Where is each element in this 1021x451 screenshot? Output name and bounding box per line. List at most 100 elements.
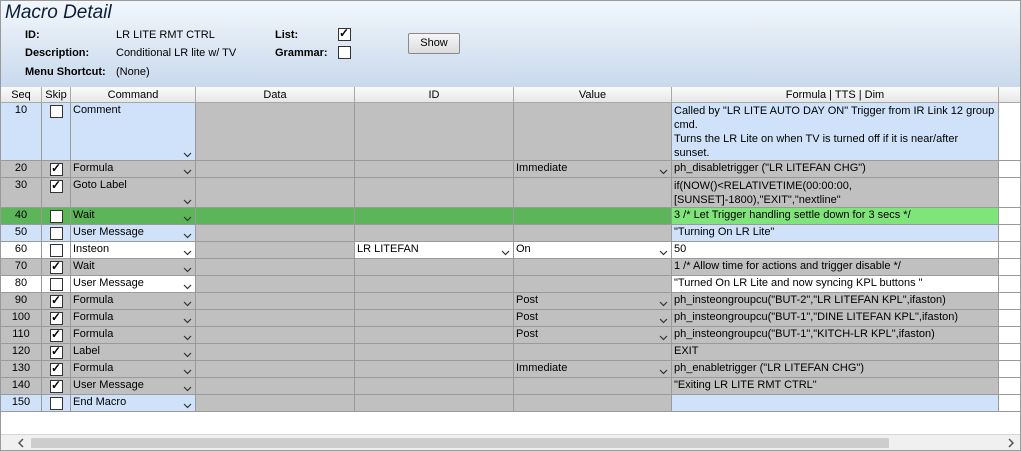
skip-cell[interactable] bbox=[42, 242, 71, 259]
table-row[interactable]: 20 Formula Immediate ph_disabletrigger ("LR… bbox=[1, 161, 1020, 178]
command-cell[interactable]: End Macro bbox=[71, 395, 196, 412]
formula-cell[interactable]: ph_insteongroupcu("BUT-1","KITCH-LR KPL"… bbox=[672, 327, 999, 344]
skip-checkbox[interactable] bbox=[50, 293, 63, 308]
data-cell[interactable] bbox=[196, 293, 355, 310]
skip-checkbox[interactable] bbox=[50, 344, 63, 359]
table-row[interactable]: 90 Formula Post ph_insteongroupcu("BUT-2","… bbox=[1, 293, 1020, 310]
table-row[interactable]: 50 User Message "Turning On LR Lite" bbox=[1, 225, 1020, 242]
table-row[interactable]: 70 Wait 1 /* Allow time for actions and tr… bbox=[1, 259, 1020, 276]
skip-cell[interactable] bbox=[42, 225, 71, 242]
id-cell[interactable] bbox=[355, 225, 514, 242]
skip-checkbox[interactable] bbox=[50, 378, 63, 393]
command-cell[interactable]: Formula bbox=[71, 361, 196, 378]
command-cell[interactable]: User Message bbox=[71, 225, 196, 242]
data-cell[interactable] bbox=[196, 378, 355, 395]
data-cell[interactable] bbox=[196, 208, 355, 225]
value-cell[interactable] bbox=[514, 378, 672, 395]
id-cell[interactable] bbox=[355, 259, 514, 276]
skip-cell[interactable] bbox=[42, 344, 71, 361]
formula-cell[interactable]: Called by "LR LITE AUTO DAY ON" Trigger … bbox=[672, 103, 999, 161]
command-cell[interactable]: Wait bbox=[71, 259, 196, 276]
data-cell[interactable] bbox=[196, 276, 355, 293]
scrollbar-thumb[interactable] bbox=[31, 438, 889, 448]
skip-cell[interactable] bbox=[42, 361, 71, 378]
data-cell[interactable] bbox=[196, 103, 355, 161]
command-cell[interactable]: Wait bbox=[71, 208, 196, 225]
chevron-down-icon[interactable] bbox=[183, 367, 192, 376]
data-cell[interactable] bbox=[196, 361, 355, 378]
table-row[interactable]: 130 Formula Immediate ph_enabletrigger ("LR… bbox=[1, 361, 1020, 378]
command-cell[interactable]: Label bbox=[71, 344, 196, 361]
table-row[interactable]: 30 Goto Label if(NOW()<RELATIVETIME(00:00:… bbox=[1, 178, 1020, 208]
chevron-down-icon[interactable] bbox=[659, 367, 668, 376]
chevron-down-icon[interactable] bbox=[183, 282, 192, 291]
data-cell[interactable] bbox=[196, 395, 355, 412]
col-header-skip[interactable]: Skip bbox=[42, 87, 71, 103]
chevron-down-icon[interactable] bbox=[183, 265, 192, 274]
skip-cell[interactable] bbox=[42, 395, 71, 412]
data-cell[interactable] bbox=[196, 259, 355, 276]
chevron-down-icon[interactable] bbox=[183, 197, 192, 206]
formula-cell[interactable]: "Exiting LR LITE RMT CTRL" bbox=[672, 378, 999, 395]
col-header-data[interactable]: Data bbox=[196, 87, 355, 103]
formula-cell[interactable]: 1 /* Allow time for actions and trigger … bbox=[672, 259, 999, 276]
value-cell[interactable]: Immediate bbox=[514, 361, 672, 378]
skip-checkbox[interactable] bbox=[50, 278, 63, 291]
chevron-down-icon[interactable] bbox=[183, 333, 192, 342]
value-cell[interactable] bbox=[514, 259, 672, 276]
skip-checkbox[interactable] bbox=[50, 259, 63, 274]
id-cell[interactable] bbox=[355, 178, 514, 208]
formula-cell[interactable]: 3 /* Let Trigger handling settle down fo… bbox=[672, 208, 999, 225]
skip-cell[interactable] bbox=[42, 259, 71, 276]
skip-checkbox[interactable] bbox=[50, 161, 63, 176]
id-cell[interactable] bbox=[355, 208, 514, 225]
formula-cell[interactable]: "Turned On LR Lite and now syncing KPL b… bbox=[672, 276, 999, 293]
value-cell[interactable] bbox=[514, 178, 672, 208]
table-row[interactable]: 10 Comment Called by "LR LITE AUTO DAY ON"… bbox=[1, 103, 1020, 161]
chevron-down-icon[interactable] bbox=[183, 299, 192, 308]
formula-cell[interactable]: 50 bbox=[672, 242, 999, 259]
chevron-down-icon[interactable] bbox=[183, 150, 192, 159]
value-cell[interactable] bbox=[514, 225, 672, 242]
skip-cell[interactable] bbox=[42, 310, 71, 327]
value-cell[interactable]: Post bbox=[514, 327, 672, 344]
data-cell[interactable] bbox=[196, 310, 355, 327]
command-cell[interactable]: Formula bbox=[71, 310, 196, 327]
list-checkbox[interactable] bbox=[338, 26, 351, 41]
skip-checkbox[interactable] bbox=[50, 178, 63, 193]
chevron-down-icon[interactable] bbox=[659, 299, 668, 308]
grammar-checkbox[interactable] bbox=[338, 46, 351, 59]
value-cell[interactable]: Immediate bbox=[514, 161, 672, 178]
data-cell[interactable] bbox=[196, 344, 355, 361]
value-cell[interactable]: On bbox=[514, 242, 672, 259]
value-cell[interactable] bbox=[514, 208, 672, 225]
id-cell[interactable] bbox=[355, 378, 514, 395]
skip-cell[interactable] bbox=[42, 103, 71, 161]
col-header-value[interactable]: Value bbox=[514, 87, 672, 103]
chevron-down-icon[interactable] bbox=[183, 316, 192, 325]
command-cell[interactable]: User Message bbox=[71, 276, 196, 293]
id-cell[interactable] bbox=[355, 103, 514, 161]
chevron-down-icon[interactable] bbox=[183, 214, 192, 223]
skip-checkbox[interactable] bbox=[50, 397, 63, 410]
scroll-right-icon[interactable] bbox=[1005, 437, 1017, 449]
command-cell[interactable]: Insteon bbox=[71, 242, 196, 259]
chevron-down-icon[interactable] bbox=[659, 248, 668, 257]
skip-checkbox[interactable] bbox=[50, 244, 63, 257]
skip-cell[interactable] bbox=[42, 327, 71, 344]
skip-checkbox[interactable] bbox=[50, 327, 63, 342]
chevron-down-icon[interactable] bbox=[183, 384, 192, 393]
data-cell[interactable] bbox=[196, 327, 355, 344]
formula-cell[interactable]: EXIT bbox=[672, 344, 999, 361]
data-cell[interactable] bbox=[196, 242, 355, 259]
scroll-left-icon[interactable] bbox=[15, 437, 27, 449]
data-cell[interactable] bbox=[196, 225, 355, 242]
id-cell[interactable] bbox=[355, 327, 514, 344]
skip-checkbox[interactable] bbox=[50, 210, 63, 223]
table-row[interactable]: 140 User Message "Exiting LR LITE RMT CTRL… bbox=[1, 378, 1020, 395]
value-cell[interactable] bbox=[514, 103, 672, 161]
command-cell[interactable]: Formula bbox=[71, 327, 196, 344]
id-cell[interactable] bbox=[355, 310, 514, 327]
formula-cell[interactable]: if(NOW()<RELATIVETIME(00:00:00,[SUNSET]-… bbox=[672, 178, 999, 208]
data-cell[interactable] bbox=[196, 178, 355, 208]
